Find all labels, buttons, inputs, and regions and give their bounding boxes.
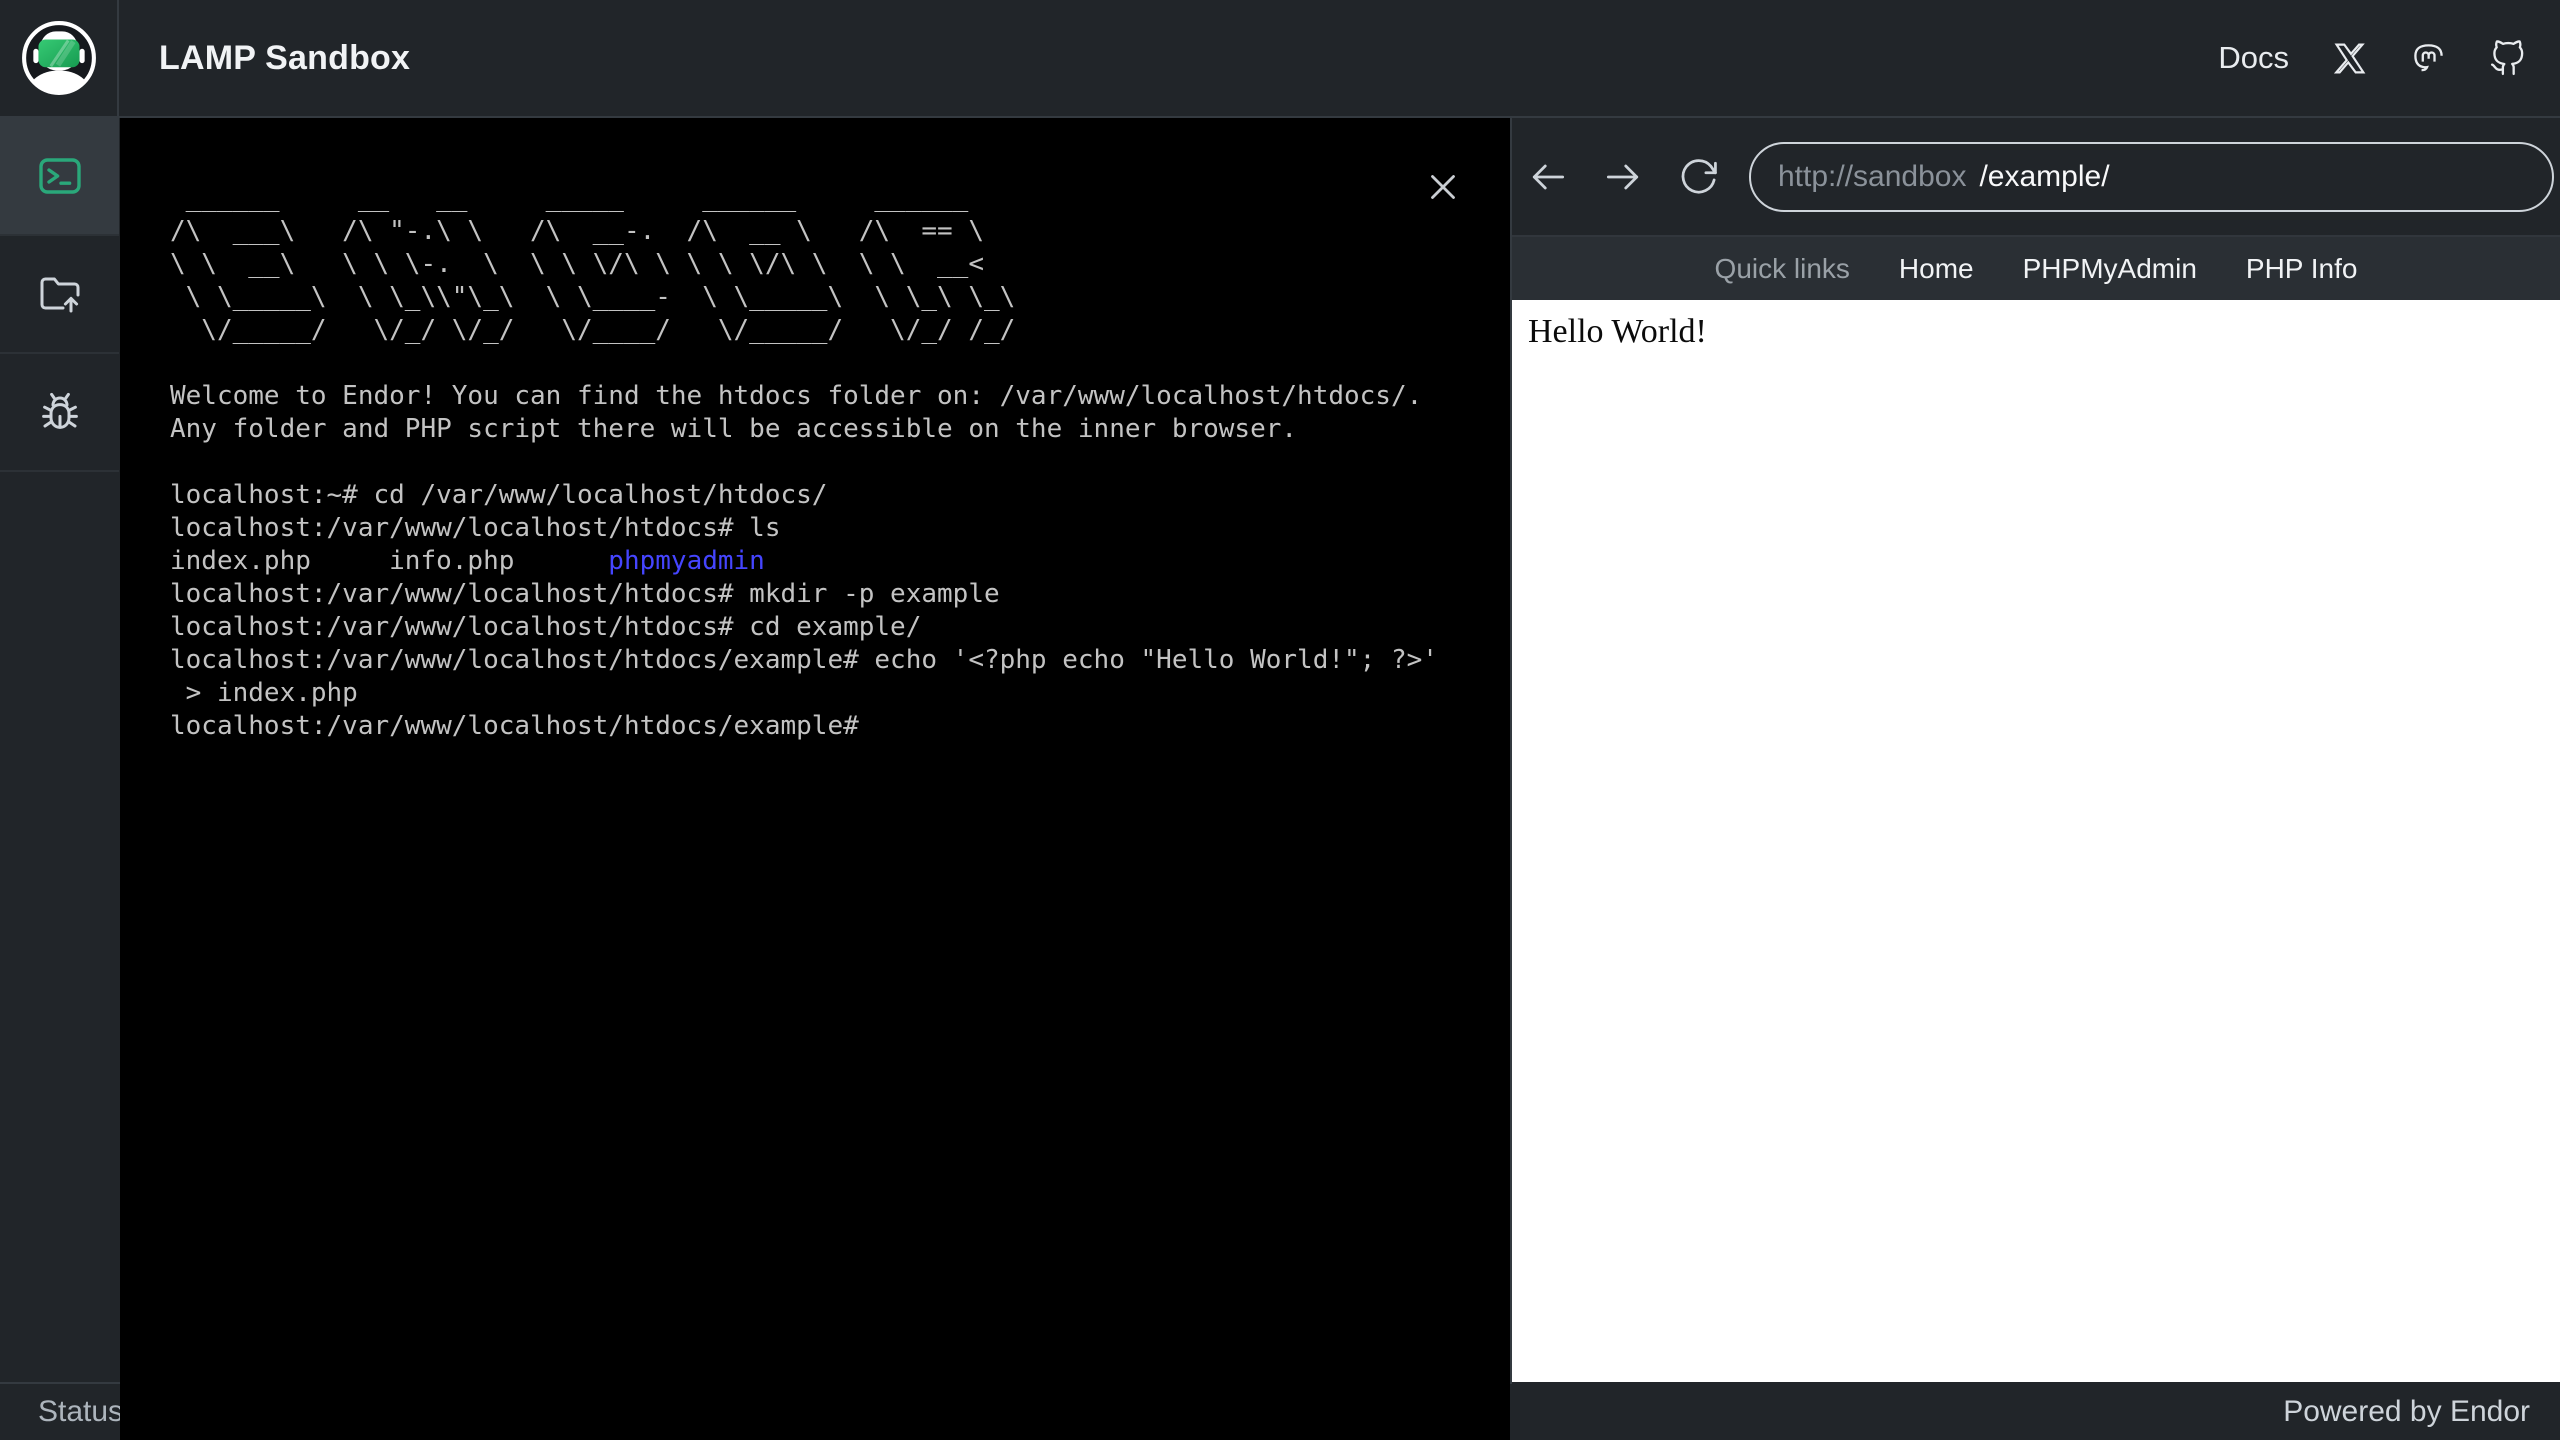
x-twitter-icon[interactable] [2331,40,2368,77]
terminal-icon [38,158,81,194]
quick-link-phpmyadmin[interactable]: PHPMyAdmin [2023,253,2197,285]
top-bar: LAMP Sandbox Docs [0,0,2560,118]
terminal-output[interactable]: ______ __ __ _____ ______ ______ /\ ___\… [120,118,1510,743]
topbar-actions: Docs [2218,39,2560,77]
close-icon [1431,175,1455,199]
browser-panel: http://sandbox /example/ Quick links Hom… [1510,118,2560,1384]
sidebar-item-upload[interactable] [0,236,119,354]
astronaut-logo-icon [21,21,96,95]
terminal-panel: ______ __ __ _____ ______ ______ /\ ___\… [120,118,1510,1440]
url-prefix: http://sandbox [1778,159,1967,193]
folder-upload-icon [40,277,79,313]
url-input[interactable]: http://sandbox /example/ [1749,141,2554,212]
browser-refresh-button[interactable] [1676,155,1720,199]
refresh-icon [1681,158,1717,193]
mastodon-icon[interactable] [2410,40,2447,77]
powered-by-label: Powered by Endor [2283,1395,2530,1428]
quick-links-bar: Quick links Home PHPMyAdmin PHP Info [1512,237,2560,300]
quick-links-label: Quick links [1714,252,1850,284]
browser-forward-button[interactable] [1601,155,1645,199]
url-path-value: /example/ [1979,159,2110,193]
status-label: Status: [38,1395,132,1428]
bug-icon [41,392,78,429]
browser-toolbar: http://sandbox /example/ [1512,118,2560,237]
sidebar-item-terminal[interactable] [0,118,119,236]
quick-link-home[interactable]: Home [1899,253,1974,285]
sidebar-item-debug[interactable] [0,354,119,472]
github-icon[interactable] [2489,39,2526,77]
terminal-close-button[interactable] [1422,166,1464,208]
browser-viewport: Hello World! [1512,300,2560,1382]
arrow-left-icon [1532,164,1565,189]
app-logo [0,0,119,116]
arrow-right-icon [1606,164,1639,189]
browser-back-button[interactable] [1526,155,1570,199]
page-body-text: Hello World! [1528,313,1707,350]
quick-link-phpinfo[interactable]: PHP Info [2246,253,2358,285]
page-title: LAMP Sandbox [159,38,411,77]
docs-link[interactable]: Docs [2218,40,2289,76]
left-sidebar [0,118,119,1382]
